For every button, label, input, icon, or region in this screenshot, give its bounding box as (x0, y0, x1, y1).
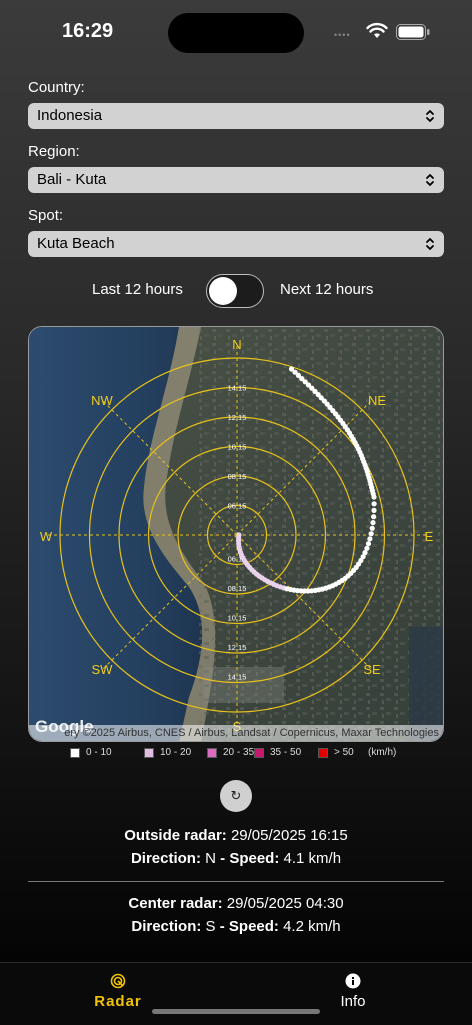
legend-unit: (km/h) (368, 747, 396, 758)
dynamic-island (168, 13, 304, 53)
spot-select-value: Kuta Beach (37, 235, 115, 252)
speed-legend: 0 - 10 10 - 20 20 - 35 35 - 50 > 50 (km/… (70, 747, 430, 763)
time-label: 14:15 (228, 384, 247, 393)
region-select[interactable]: Bali - Kuta (28, 167, 444, 193)
center-speed-value: 4.2 km/h (283, 918, 341, 935)
tab-radar-label: Radar (94, 993, 142, 1010)
center-radar-line: Center radar: 29/05/2025 04:30 (0, 895, 472, 912)
legend-label: 10 - 20 (160, 747, 192, 758)
trail-dot (370, 520, 376, 526)
region-select-value: Bali - Kuta (37, 171, 107, 188)
legend-item: 0 - 10 (70, 747, 112, 758)
outside-speed-label: - Speed: (220, 850, 280, 867)
status-time: 16:29 (62, 20, 114, 42)
outside-radar-label: Outside radar: (124, 827, 227, 844)
trail-dot (288, 366, 295, 372)
outside-radar-line: Outside radar: 29/05/2025 16:15 (0, 827, 472, 844)
outside-direction-value: N (205, 850, 216, 867)
center-direction-label: Direction: (131, 918, 202, 935)
center-radar-label: Center radar: (128, 895, 223, 912)
legend-swatch (318, 747, 328, 758)
next-12-hours-label: Next 12 hours (280, 281, 374, 298)
time-label: 14:15 (228, 673, 247, 682)
switch-knob (209, 277, 237, 305)
time-label: 10:15 (228, 443, 247, 452)
spot-label: Spot: (28, 207, 64, 224)
legend-item: > 50 (318, 747, 354, 758)
country-select-value: Indonesia (37, 107, 103, 124)
chevron-up-down-icon (426, 174, 434, 186)
battery-icon (396, 24, 430, 40)
center-speed-label: - Speed: (219, 918, 279, 935)
trail-dot (371, 514, 377, 520)
time-label: 06:15 (228, 502, 247, 511)
trail-dot (368, 531, 374, 537)
tab-info[interactable]: Info (293, 973, 413, 1011)
direction-e: E (425, 529, 434, 544)
outside-direction-label: Direction: (130, 850, 201, 867)
direction-w: W (40, 529, 53, 544)
info-icon (345, 973, 361, 989)
center-radar-datetime: 29/05/2025 04:30 (226, 895, 344, 912)
home-indicator (152, 1009, 320, 1014)
time-range-toggle-row: Last 12 hours Next 12 hours (0, 272, 472, 310)
legend-label: 20 - 35 (223, 747, 255, 758)
time-label: 08:15 (228, 584, 247, 593)
legend-label: > 50 (334, 747, 354, 758)
trail-dot (371, 501, 377, 507)
wifi-icon (366, 22, 388, 38)
country-label: Country: (28, 79, 85, 96)
region-label: Region: (28, 143, 80, 160)
legend-item: 20 - 35 (207, 747, 254, 758)
trail-dot (369, 525, 375, 531)
chevron-up-down-icon (426, 238, 434, 250)
legend-item: 10 - 20 (144, 747, 191, 758)
map-attribution: ery ©2025 Airbus, CNES / Airbus, Landsat… (29, 725, 443, 741)
center-direction-value: S (205, 918, 216, 935)
direction-ne: NE (368, 393, 386, 408)
outside-direction-line: Direction: N - Speed: 4.1 km/h (0, 850, 472, 867)
legend-item: 35 - 50 (254, 747, 301, 758)
refresh-button[interactable]: ↻ (220, 780, 252, 812)
legend-swatch (70, 747, 80, 758)
cellular-signal-icon: •••• (334, 30, 351, 40)
info-divider (28, 881, 444, 882)
time-label: 12:15 (228, 413, 247, 422)
refresh-icon: ↻ (230, 788, 242, 803)
legend-label: 35 - 50 (270, 747, 302, 758)
radar-icon (110, 973, 126, 989)
radar-svg: N NE E SE S SW W NW 14:1512:1510:1508:15… (29, 327, 443, 741)
trail-dot (364, 545, 370, 551)
legend-label: 0 - 10 (86, 747, 112, 758)
time-range-switch[interactable] (206, 274, 264, 308)
time-label: 08:15 (228, 472, 247, 481)
tab-bar: Radar Info (0, 962, 472, 1025)
legend-swatch (144, 747, 154, 758)
chevron-up-down-icon (426, 110, 434, 122)
tab-info-label: Info (340, 993, 366, 1010)
status-bar: 16:29 •••• (0, 0, 472, 64)
tab-radar[interactable]: Radar (58, 973, 178, 1011)
trail-dot (367, 536, 373, 542)
last-12-hours-label: Last 12 hours (92, 281, 183, 298)
direction-sw: SW (92, 662, 114, 677)
legend-swatch (207, 747, 217, 758)
country-select[interactable]: Indonesia (28, 103, 444, 129)
trail-dot (365, 541, 372, 547)
time-label: 10:15 (228, 614, 247, 623)
outside-radar-datetime: 29/05/2025 16:15 (230, 827, 348, 844)
trail-dot (371, 507, 377, 513)
direction-n: N (232, 337, 241, 352)
direction-nw: NW (91, 393, 113, 408)
direction-se: SE (363, 662, 381, 677)
legend-swatch (254, 747, 264, 758)
legend-unit-label: (km/h) (368, 747, 397, 758)
spot-select[interactable]: Kuta Beach (28, 231, 444, 257)
time-label: 12:15 (228, 643, 247, 652)
outside-speed-value: 4.1 km/h (283, 850, 342, 867)
center-direction-line: Direction: S - Speed: 4.2 km/h (0, 918, 472, 935)
wind-radar-map[interactable]: N NE E SE S SW W NW 14:1512:1510:1508:15… (28, 326, 444, 742)
